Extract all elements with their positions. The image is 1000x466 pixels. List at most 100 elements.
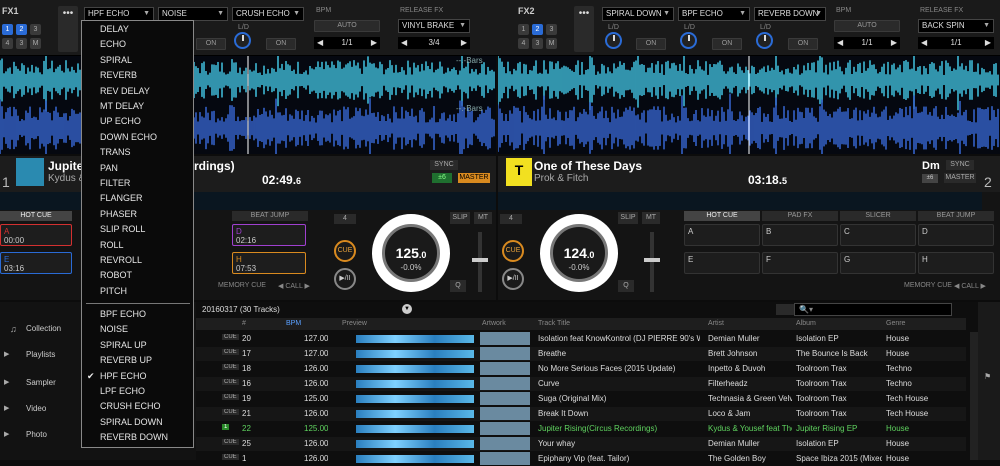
menu-item-crush-echo[interactable]: CRUSH ECHO bbox=[100, 401, 161, 411]
row-preview-waveform[interactable] bbox=[356, 395, 474, 403]
deck2-cue-button[interactable]: CUE bbox=[502, 240, 524, 262]
row-cue-badge[interactable]: CUE bbox=[222, 394, 239, 400]
deck1-hotcue-e[interactable]: E 03:16 bbox=[0, 252, 72, 274]
fx2-mode-m[interactable]: M bbox=[546, 38, 557, 49]
fx2-slot2-knob[interactable] bbox=[680, 32, 697, 49]
menu-item-mt-delay[interactable]: MT DELAY bbox=[100, 101, 144, 111]
deck1-jog-wheel[interactable]: 125.0 -0.0% bbox=[372, 214, 450, 292]
deck2-hotcue-b[interactable]: B bbox=[762, 224, 838, 246]
menu-item-flanger[interactable]: FLANGER bbox=[100, 193, 143, 203]
deck2-overview-waveform[interactable] bbox=[498, 192, 982, 210]
deck2-sync-button[interactable]: SYNC bbox=[946, 160, 974, 170]
deck2-hotcue-c[interactable]: C bbox=[840, 224, 916, 246]
row-cue-badge[interactable]: CUE bbox=[222, 439, 239, 445]
menu-item-echo[interactable]: ECHO bbox=[100, 39, 126, 49]
menu-item-hpf-echo[interactable]: HPF ECHO bbox=[100, 371, 147, 381]
deck1-play-button[interactable]: ▶/II bbox=[334, 268, 356, 290]
deck2-hotcue-e[interactable]: E bbox=[684, 252, 760, 274]
sidebar-item-playlists[interactable]: Playlists bbox=[26, 350, 55, 359]
row-cue-badge[interactable]: CUE bbox=[222, 364, 239, 370]
deck2-master-button[interactable]: MASTER bbox=[944, 173, 976, 183]
fx1-slot2-on[interactable]: ON bbox=[196, 38, 226, 50]
col-track-title[interactable]: Track Title bbox=[538, 320, 570, 327]
deck2-mt-button[interactable]: MT bbox=[642, 212, 660, 224]
table-row[interactable]: CUE 25 126.00 Your whay Demian Muller Isolati… bbox=[196, 437, 966, 451]
deck1-tempo-handle[interactable] bbox=[472, 258, 488, 262]
deck1-tab-hot-cue[interactable]: HOT CUE bbox=[0, 211, 72, 221]
expand-arrow-icon[interactable]: ▶ bbox=[4, 430, 9, 438]
fx1-slot3-select[interactable]: CRUSH ECHO ▼ bbox=[232, 7, 304, 21]
fx1-beat-3b[interactable]: 3 bbox=[16, 38, 27, 49]
menu-item-reverb-down[interactable]: REVERB DOWN bbox=[100, 432, 168, 442]
row-preview-waveform[interactable] bbox=[356, 380, 474, 388]
sidebar-item-video[interactable]: Video bbox=[26, 404, 46, 413]
fx2-beat-4[interactable]: 4 bbox=[518, 38, 529, 49]
table-row[interactable]: CUE 17 127.00 Breathe Brett Johnson The Bounc… bbox=[196, 347, 966, 361]
row-preview-waveform[interactable] bbox=[356, 425, 474, 433]
fx2-slot3-select[interactable]: REVERB DOWN ▼ bbox=[754, 7, 826, 21]
row-preview-waveform[interactable] bbox=[356, 350, 474, 358]
table-row[interactable]: CUE 21 126.00 Break It Down Loco & Jam Toolro… bbox=[196, 407, 966, 421]
view-list-icon[interactable] bbox=[776, 304, 794, 315]
table-row[interactable]: CUE 16 126.00 Curve Filterheadz Toolroom Trax… bbox=[196, 377, 966, 391]
col-preview[interactable]: Preview bbox=[342, 320, 367, 327]
menu-item-up-echo[interactable]: UP ECHO bbox=[100, 116, 141, 126]
deck2-tab-beat-jump[interactable]: BEAT JUMP bbox=[918, 211, 994, 221]
table-row[interactable]: CUE 20 127.00 Isolation feat KnowKontrol (D… bbox=[196, 332, 966, 346]
deck2-key-offset[interactable]: ±6 bbox=[922, 174, 938, 183]
col-number[interactable]: # bbox=[242, 320, 246, 327]
deck1-tempo-slider[interactable] bbox=[478, 232, 482, 292]
fx1-menu-button[interactable]: ••• bbox=[58, 6, 78, 52]
menu-item-noise[interactable]: NOISE bbox=[100, 324, 128, 334]
deck1-call[interactable]: ◀ CALL ▶ bbox=[278, 282, 310, 290]
row-cue-badge[interactable]: CUE bbox=[222, 334, 239, 340]
deck1-hotcue-h[interactable]: H 07:53 bbox=[232, 252, 306, 274]
menu-item-rev-delay[interactable]: REV DELAY bbox=[100, 86, 150, 96]
deck2-hotcue-f[interactable]: F bbox=[762, 252, 838, 274]
expand-arrow-icon[interactable]: ▶ bbox=[4, 404, 9, 412]
deck2-slip-button[interactable]: SLIP bbox=[618, 212, 638, 224]
sidebar-item-sampler[interactable]: Sampler bbox=[26, 378, 56, 387]
fx2-beat-2[interactable]: 2 bbox=[532, 24, 543, 35]
deck2-tab-pad-fx[interactable]: PAD FX bbox=[762, 211, 838, 221]
menu-item-trans[interactable]: TRANS bbox=[100, 147, 131, 157]
menu-item-bpf-echo[interactable]: BPF ECHO bbox=[100, 309, 146, 319]
table-scrollbar[interactable] bbox=[970, 332, 978, 460]
right-arrow-icon[interactable]: ▶ bbox=[371, 37, 377, 49]
row-preview-waveform[interactable] bbox=[356, 410, 474, 418]
col-artist[interactable]: Artist bbox=[708, 320, 724, 327]
fx1-beat-2[interactable]: 2 bbox=[16, 24, 27, 35]
menu-item-slip-roll[interactable]: SLIP ROLL bbox=[100, 224, 145, 234]
deck2-jog-wheel[interactable]: 124.0 -0.0% bbox=[540, 214, 618, 292]
deck2-play-button[interactable]: ▶/II bbox=[502, 268, 524, 290]
expand-arrow-icon[interactable]: ▶ bbox=[4, 378, 9, 386]
fx1-mode-m[interactable]: M bbox=[30, 38, 41, 49]
menu-item-roll[interactable]: ROLL bbox=[100, 240, 124, 250]
col-bpm[interactable]: BPM bbox=[286, 320, 301, 327]
deck2-hotcue-a[interactable]: A bbox=[684, 224, 760, 246]
deck2-memory-cue[interactable]: MEMORY CUE bbox=[904, 282, 952, 289]
deck1-waveform[interactable] bbox=[0, 56, 496, 154]
deck2-tempo-handle[interactable] bbox=[644, 258, 660, 262]
fx1-beat-1[interactable]: 1 bbox=[2, 24, 13, 35]
menu-item-spiral-up[interactable]: SPIRAL UP bbox=[100, 340, 147, 350]
row-preview-waveform[interactable] bbox=[356, 365, 474, 373]
menu-item-phaser[interactable]: PHASER bbox=[100, 209, 137, 219]
fx2-slot3-knob[interactable] bbox=[756, 32, 773, 49]
fx1-bpm-beat[interactable]: ◀ 1/1 ▶ bbox=[314, 37, 380, 49]
menu-item-robot[interactable]: ROBOT bbox=[100, 270, 132, 280]
menu-item-filter[interactable]: FILTER bbox=[100, 178, 130, 188]
fx2-slot1-knob[interactable] bbox=[605, 32, 622, 49]
right-arrow-icon[interactable]: ▶ bbox=[985, 37, 991, 49]
menu-item-pan[interactable]: PAN bbox=[100, 163, 118, 173]
menu-item-spiral-down[interactable]: SPIRAL DOWN bbox=[100, 417, 163, 427]
row-cue-badge[interactable]: CUE bbox=[222, 454, 239, 460]
right-arrow-icon[interactable]: ▶ bbox=[891, 37, 897, 49]
deck1-hotcue-d[interactable]: D 02:16 bbox=[232, 224, 306, 246]
menu-item-spiral[interactable]: SPIRAL bbox=[100, 55, 132, 65]
fx2-beat-3b[interactable]: 3 bbox=[532, 38, 543, 49]
left-arrow-icon[interactable]: ◀ bbox=[317, 37, 323, 49]
left-arrow-icon[interactable]: ◀ bbox=[401, 37, 407, 49]
deck1-sync-button[interactable]: SYNC bbox=[430, 160, 458, 170]
fx2-bpm-beat[interactable]: ◀ 1/1 ▶ bbox=[834, 37, 900, 49]
